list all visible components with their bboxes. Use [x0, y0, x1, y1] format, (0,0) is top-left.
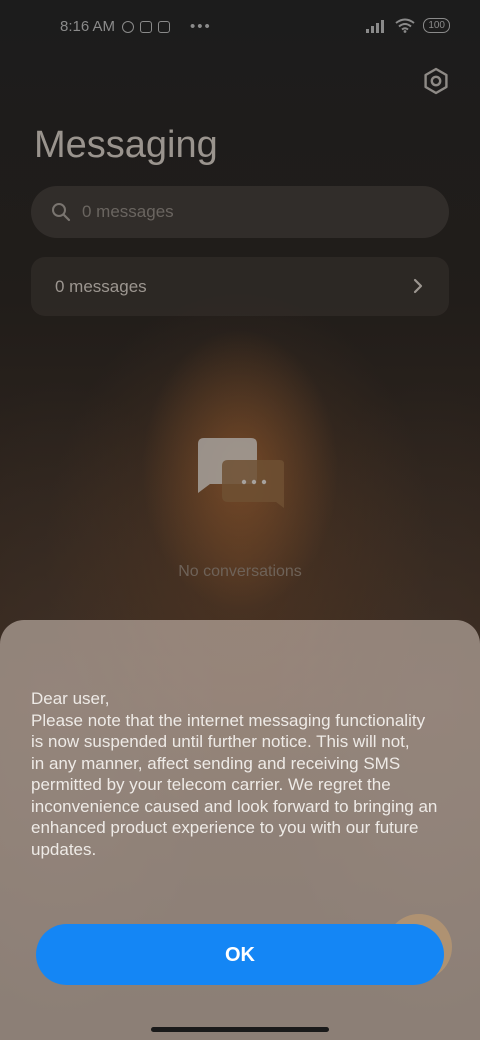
message-count-row[interactable]: 0 messages: [31, 257, 449, 316]
search-bar[interactable]: 0 messages: [31, 186, 449, 238]
dialog-message: Dear user, Please note that the internet…: [31, 688, 461, 860]
dialog-line: in any manner, affect sending and receiv…: [31, 753, 401, 773]
signal-icon: [366, 19, 385, 33]
dialog-line: permitted by your telecom carrier. We re…: [31, 775, 391, 794]
status-right: 100: [365, 18, 450, 33]
vpn-icon: [122, 20, 134, 33]
dialog-line: updates.: [31, 839, 97, 859]
ok-button[interactable]: OK: [36, 924, 444, 985]
search-placeholder: 0 messages: [82, 202, 174, 221]
notification-icons: •••: [122, 18, 212, 35]
wifi-icon: [395, 18, 415, 33]
dialog-line: Please note that the internet messaging …: [31, 710, 426, 730]
search-icon: [52, 203, 71, 222]
dialog-line: is now suspended until further notice. T…: [31, 732, 410, 751]
dialog-line: enhanced product experience to you with …: [31, 818, 419, 837]
app-notification-icon: [140, 20, 152, 33]
dialog-line: inconvenience caused and look forward to…: [31, 796, 438, 816]
page-title: Messaging: [34, 124, 218, 166]
message-count-label: 0 messages: [55, 277, 147, 296]
gear-icon[interactable]: [421, 66, 451, 96]
more-notifications-icon: •••: [190, 18, 212, 35]
status-time: 8:16 AM: [60, 18, 116, 35]
message-notification-icon: [158, 20, 170, 33]
battery-icon: 100: [423, 18, 450, 33]
empty-state-text: No conversations: [178, 563, 302, 580]
status-bar: 8:16 AM ••• 100: [0, 0, 480, 56]
dialog-line: Dear user,: [31, 689, 110, 708]
home-indicator[interactable]: [151, 1027, 329, 1032]
chevron-right-icon: [413, 278, 423, 294]
chat-bubbles-icon: [198, 438, 284, 508]
